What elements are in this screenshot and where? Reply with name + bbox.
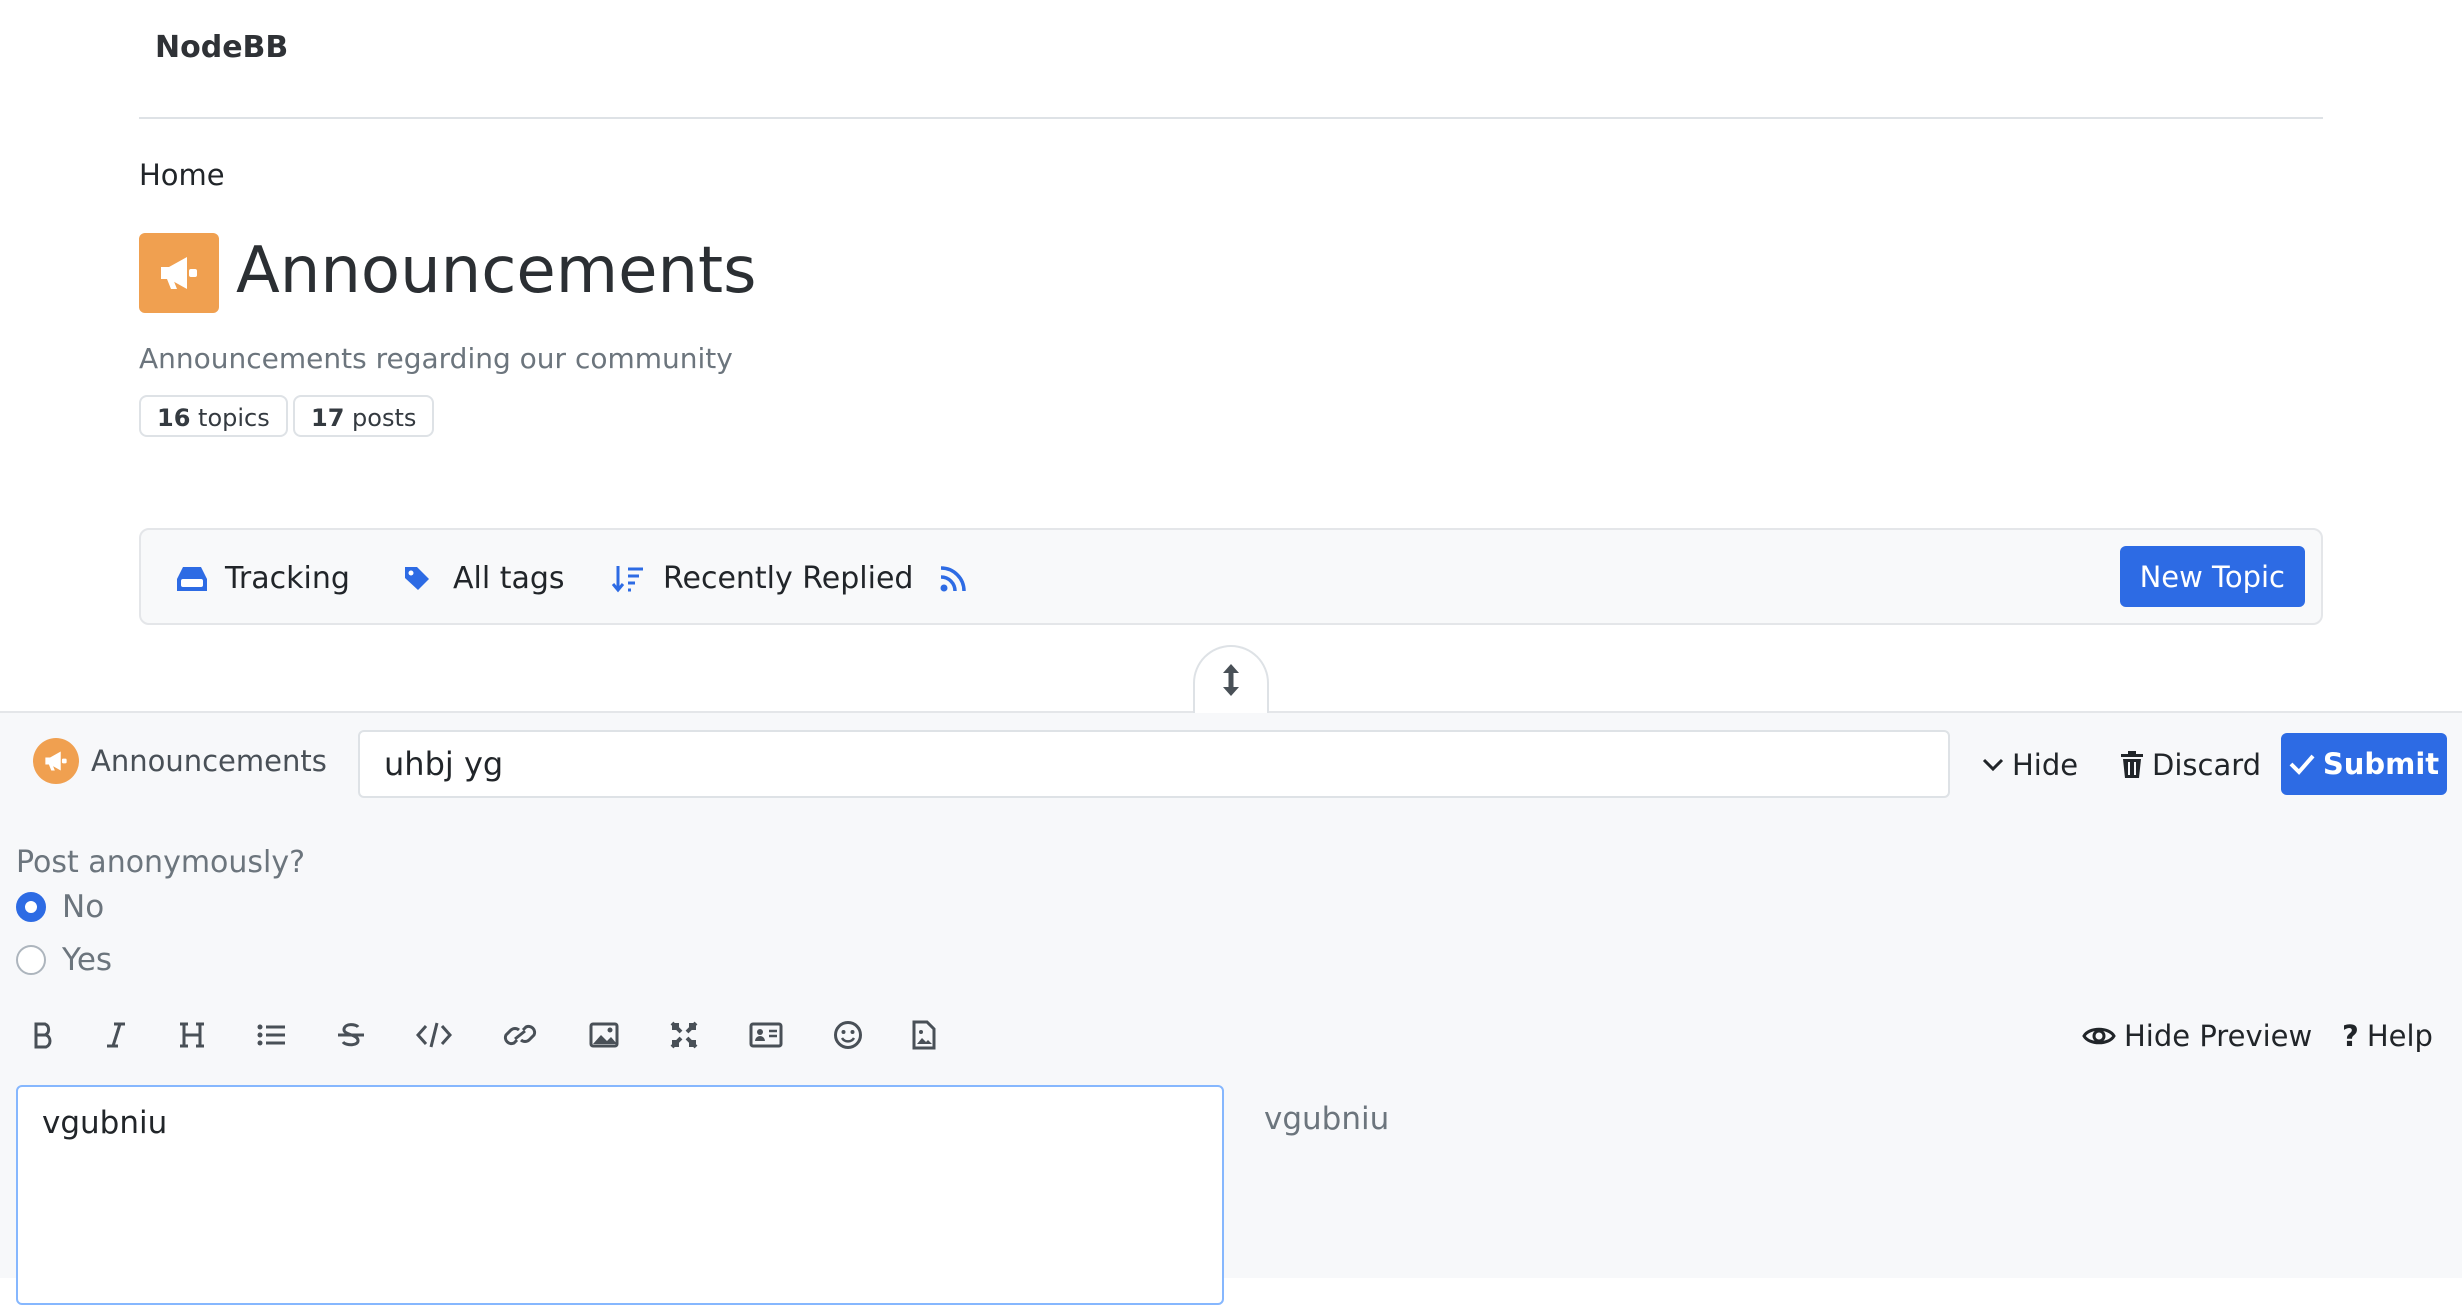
eye-icon — [2082, 1027, 2116, 1045]
heading-icon[interactable] — [172, 1015, 212, 1055]
composer-category-selector[interactable]: Announcements — [33, 738, 327, 784]
bullhorn-icon — [139, 233, 219, 313]
category-toolbar: Tracking All tags Recently Replied New T… — [139, 528, 2323, 625]
trash-icon — [2121, 751, 2143, 778]
zen-mode-icon[interactable] — [664, 1015, 704, 1055]
anonymous-question: Post anonymously? — [16, 845, 306, 880]
link-icon[interactable] — [500, 1015, 540, 1055]
chevron-down-icon — [1982, 758, 2004, 772]
upload-file-icon[interactable] — [904, 1015, 944, 1055]
topic-title-input[interactable] — [358, 730, 1950, 798]
page-title: Announcements — [236, 234, 757, 308]
post-body-editor[interactable]: vgubniu — [16, 1085, 1224, 1305]
tracking-dropdown[interactable]: Tracking — [177, 530, 350, 627]
anonymous-option-yes[interactable]: Yes — [16, 942, 112, 978]
composer-resize-handle[interactable] — [1193, 645, 1269, 713]
rss-feed-link[interactable] — [939, 530, 967, 627]
check-icon — [2289, 754, 2315, 775]
hide-preview-button[interactable]: Hide Preview — [2082, 1015, 2312, 1057]
tracking-label: Tracking — [225, 561, 350, 596]
help-label: Help — [2366, 1019, 2433, 1053]
code-icon[interactable] — [414, 1015, 454, 1055]
all-tags-dropdown[interactable]: All tags — [403, 530, 565, 627]
strikethrough-icon[interactable] — [331, 1015, 371, 1055]
radio-label: Yes — [62, 942, 113, 978]
thumbnail-icon[interactable] — [746, 1015, 786, 1055]
composer: Announcements Hide Discard Submit Post a… — [0, 711, 2462, 1305]
all-tags-label: All tags — [453, 561, 565, 596]
submit-label: Submit — [2322, 747, 2440, 781]
topics-count-badge: 16 topics — [139, 395, 288, 437]
post-preview: vgubniu — [1264, 1101, 1390, 1137]
italic-icon[interactable] — [96, 1015, 136, 1055]
resize-vertical-icon — [1223, 664, 1239, 696]
inbox-icon — [177, 566, 207, 591]
hide-label: Hide — [2012, 748, 2079, 782]
category-description: Announcements regarding our community — [139, 342, 733, 375]
composer-category-label: Announcements — [91, 744, 327, 778]
bullhorn-icon — [33, 738, 79, 784]
hide-preview-label: Hide Preview — [2124, 1019, 2313, 1053]
radio-button[interactable] — [16, 892, 46, 922]
rss-icon — [940, 565, 966, 591]
new-topic-button[interactable]: New Topic — [2119, 546, 2305, 607]
help-button[interactable]: ? Help — [2342, 1015, 2433, 1057]
emoji-icon[interactable] — [828, 1015, 868, 1055]
list-icon[interactable] — [251, 1015, 291, 1055]
tags-icon — [405, 566, 429, 590]
breadcrumb-home[interactable]: Home — [139, 158, 225, 192]
header-divider — [139, 117, 2323, 119]
question-icon: ? — [2342, 1019, 2359, 1053]
hide-composer-button[interactable]: Hide — [1982, 735, 2078, 795]
sort-icon — [611, 565, 643, 592]
sort-label: Recently Replied — [663, 561, 914, 596]
radio-button[interactable] — [16, 945, 46, 975]
bold-icon[interactable] — [24, 1015, 64, 1055]
discard-label: Discard — [2152, 748, 2262, 782]
posts-count-badge: 17 posts — [293, 395, 435, 437]
brand-logo[interactable]: NodeBB — [155, 30, 288, 65]
discard-button[interactable]: Discard — [2120, 735, 2261, 795]
anonymous-option-no[interactable]: No — [16, 889, 104, 925]
radio-label: No — [62, 889, 105, 925]
sort-dropdown[interactable]: Recently Replied — [611, 530, 913, 627]
submit-button[interactable]: Submit — [2281, 733, 2447, 795]
image-icon[interactable] — [584, 1015, 624, 1055]
